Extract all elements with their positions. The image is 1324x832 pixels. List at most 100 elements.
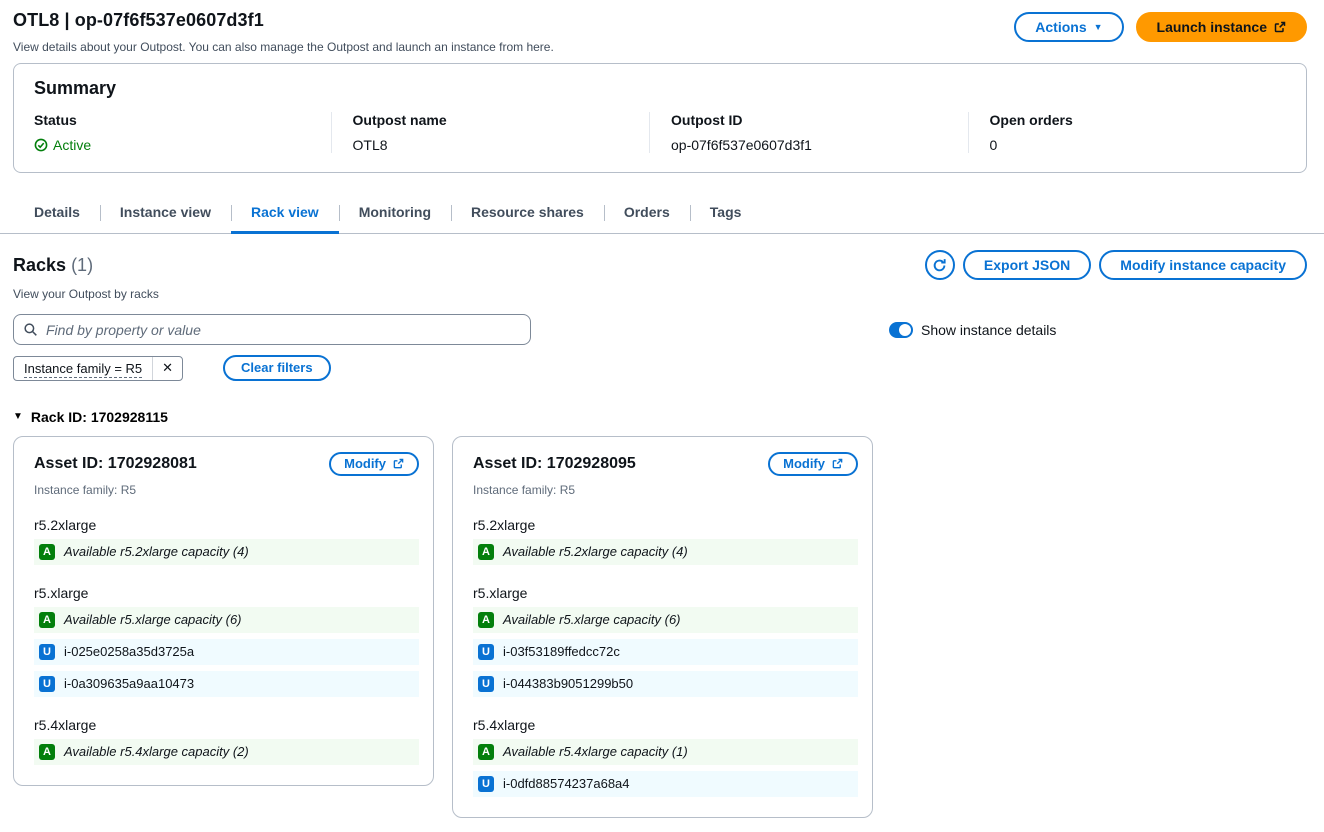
status-text: Active [53, 137, 92, 153]
modify-button-label: Modify [344, 455, 386, 471]
tab-bar: Details Instance view Rack view Monitoring R… [0, 195, 1324, 234]
instance-type-label: r5.2xlarge [473, 516, 536, 533]
export-json-button[interactable]: Export JSON [962, 250, 1092, 280]
available-badge: A [39, 611, 55, 628]
actions-button[interactable]: Actions ▼ [1014, 12, 1124, 42]
tab-monitoring[interactable]: Monitoring [338, 195, 451, 233]
summary-field: Outpost name OTL8 [330, 112, 650, 153]
rack-group-header[interactable]: ▼ Rack ID: 1702928115 [13, 409, 168, 425]
racks-heading: Racks (1) [13, 255, 93, 276]
asset-card-header: Asset ID: 1702928095 Modify [473, 451, 858, 476]
summary-field-value: 0 [989, 137, 998, 153]
chevron-down-icon: ▼ [1093, 21, 1103, 32]
tab-resource-shares[interactable]: Resource shares [451, 195, 604, 233]
instance-row: Ui-03f53189ffedcc72c [473, 638, 858, 665]
instance-id: i-0dfd88574237a68a4 [503, 776, 630, 791]
outpost-detail-page: OTL8 | op-07f6f537e0607d3f1 View details… [0, 0, 1324, 832]
available-badge: A [39, 743, 55, 760]
available-capacity-row: A Available r5.xlarge capacity (6) [473, 606, 858, 633]
asset-card: Asset ID: 1702928081 Modify Instance famil… [13, 435, 434, 786]
summary-field: Outpost ID op-07f6f537e0607d3f1 [649, 112, 968, 153]
instance-id: i-0a309635a9aa10473 [64, 676, 195, 691]
instance-row: Ui-025e0258a35d3725a [34, 638, 419, 665]
summary-panel: Summary Status Active Outpost name OTL8 Outp… [13, 63, 1307, 173]
instance-family-label: Instance family: R5 [473, 482, 576, 497]
rack-section: ▼ Rack ID: 1702928115 Asset ID: 17029280… [0, 381, 1324, 832]
capacity-text: Available r5.4xlarge capacity (1) [503, 744, 688, 759]
available-capacity-row: A Available r5.xlarge capacity (6) [34, 606, 419, 633]
available-capacity-row: A Available r5.2xlarge capacity (4) [473, 538, 858, 565]
modify-instance-capacity-button[interactable]: Modify instance capacity [1099, 250, 1307, 280]
search-box [13, 314, 531, 345]
tab-instance-view[interactable]: Instance view [99, 195, 231, 233]
header-actions: Actions ▼ Launch instance [1014, 10, 1307, 42]
summary-field-value: Active [34, 137, 315, 153]
racks-description: View your Outpost by racks [13, 287, 159, 301]
clear-filters-button[interactable]: Clear filters [223, 355, 331, 381]
available-badge: A [478, 543, 494, 560]
available-badge: A [478, 743, 494, 760]
search-icon [23, 322, 38, 337]
tab-details[interactable]: Details [14, 195, 100, 233]
close-icon[interactable]: ✕ [152, 356, 182, 380]
available-capacity-row: A Available r5.4xlarge capacity (2) [34, 738, 419, 765]
asset-card-header: Asset ID: 1702928081 Modify [34, 451, 419, 476]
instance-row: Ui-0a309635a9aa10473 [34, 670, 419, 697]
capacity-text: Available r5.4xlarge capacity (2) [64, 744, 249, 759]
filter-token-label: Instance family = R5 [24, 360, 143, 376]
capacity-text: Available r5.xlarge capacity (6) [503, 612, 681, 627]
summary-heading: Summary [34, 78, 117, 98]
toggle-knob [899, 323, 911, 336]
tab-rack-view[interactable]: Rack view [230, 195, 339, 234]
external-link-icon [393, 458, 404, 469]
capacity-text: Available r5.2xlarge capacity (4) [503, 544, 688, 559]
launch-instance-label: Launch instance [1156, 19, 1267, 35]
page-header-text: OTL8 | op-07f6f537e0607d3f1 View details… [13, 10, 554, 54]
modify-button[interactable]: Modify [329, 451, 419, 476]
search-input[interactable] [13, 314, 531, 345]
page-subtitle: View details about your Outpost. You can… [13, 40, 554, 54]
page-title: OTL8 | op-07f6f537e0607d3f1 [13, 10, 264, 30]
launch-instance-button[interactable]: Launch instance [1135, 12, 1307, 42]
instance-type-label: r5.2xlarge [34, 516, 97, 533]
capacity-text: Available r5.2xlarge capacity (4) [64, 544, 249, 559]
racks-heading-text: Racks [13, 254, 67, 275]
instance-row: Ui-0dfd88574237a68a4 [473, 770, 858, 797]
instance-row: Ui-044383b9051299b50 [473, 670, 858, 697]
used-badge: U [478, 775, 494, 792]
collapse-triangle-icon: ▼ [13, 411, 23, 422]
available-badge: A [39, 543, 55, 560]
summary-field: Open orders 0 [967, 112, 1287, 153]
asset-card: Asset ID: 1702928095 Modify Instance famil… [452, 435, 873, 818]
refresh-button[interactable] [924, 250, 955, 280]
instance-details-toggle-group: Show instance details [889, 321, 1057, 338]
page-header: OTL8 | op-07f6f537e0607d3f1 View details… [0, 0, 1324, 54]
instance-id: i-03f53189ffedcc72c [503, 644, 620, 659]
summary-field-label: Outpost ID [671, 112, 743, 128]
filter-token[interactable]: Instance family = R5 ✕ [13, 355, 184, 381]
toggle-label: Show instance details [921, 321, 1057, 338]
summary-fields: Status Active Outpost name OTL8 Outpost ID op… [34, 112, 1286, 153]
tab-orders[interactable]: Orders [603, 195, 690, 233]
instance-family-label: Instance family: R5 [34, 482, 137, 497]
racks-count: (1) [71, 254, 94, 275]
status-check-icon [34, 138, 48, 152]
external-link-icon [1274, 21, 1286, 33]
refresh-icon [932, 258, 947, 273]
summary-field-value: op-07f6f537e0607d3f1 [671, 137, 812, 153]
capacity-text: Available r5.xlarge capacity (6) [64, 612, 242, 627]
used-badge: U [478, 675, 494, 692]
asset-id-title: Asset ID: 1702928081 [34, 454, 197, 472]
modify-button[interactable]: Modify [768, 451, 858, 476]
available-badge: A [478, 611, 494, 628]
filter-chip-row: Instance family = R5 ✕ Clear filters [0, 345, 1324, 381]
tab-tags[interactable]: Tags [689, 195, 762, 233]
summary-field-label: Status [34, 112, 77, 128]
summary-field: Status Active [34, 112, 331, 153]
show-instance-details-toggle[interactable] [889, 321, 913, 338]
summary-field-value: OTL8 [352, 137, 388, 153]
instance-id: i-044383b9051299b50 [503, 676, 634, 691]
instance-type-label: r5.xlarge [34, 584, 89, 601]
instance-type-label: r5.4xlarge [34, 716, 97, 733]
filter-row: Show instance details [0, 301, 1324, 345]
